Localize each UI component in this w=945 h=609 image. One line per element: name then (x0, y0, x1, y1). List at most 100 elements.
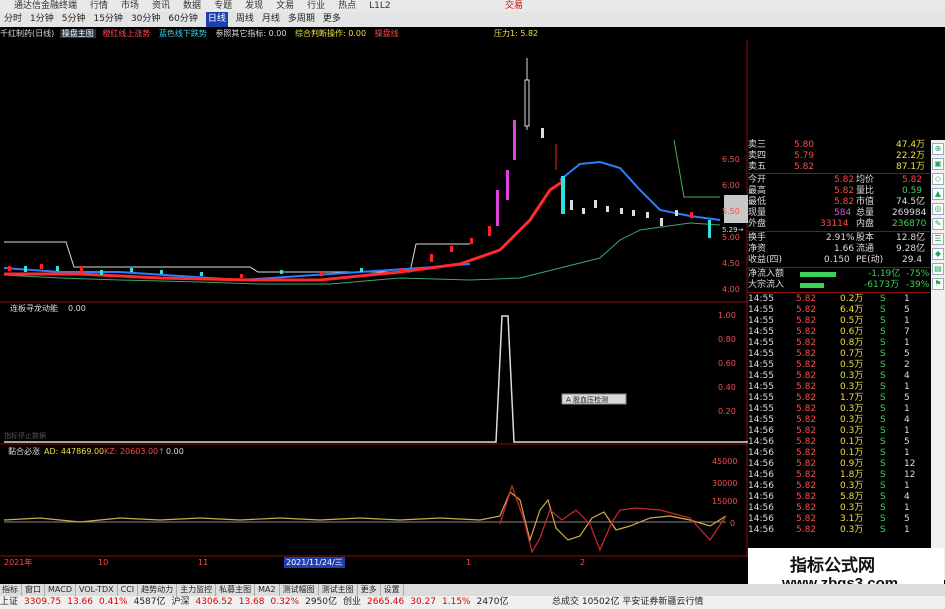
p3-tick-4: 0 (730, 519, 735, 528)
menu-wenyi[interactable]: 文易 (276, 0, 294, 12)
tape-s: S (880, 437, 886, 447)
tool-icon[interactable]: ⚑ (932, 278, 944, 290)
tab-item[interactable]: 趋势动力 (141, 584, 178, 596)
popup-text[interactable]: A 股血压检测 (566, 395, 608, 404)
status-p: 1.15% (442, 597, 471, 607)
ask-price: 5.80 (794, 140, 815, 150)
tape-v: 0.9万 (840, 459, 864, 469)
tape-n: 1 (904, 525, 910, 535)
period-minute[interactable]: 分时 (4, 12, 22, 27)
menu-topics[interactable]: 专题 (214, 0, 232, 12)
red-ma-line (4, 178, 566, 282)
ask-row: 卖五 5.82 87.1万 (748, 162, 930, 173)
date-cursor: 2021/11/24/三 (284, 557, 345, 568)
tape-row: 14:56 5.82 0.1万 S 5 (748, 437, 930, 448)
price-tick-6: 4.00 (722, 285, 740, 294)
tape-p: 5.82 (796, 338, 817, 348)
tool-icon[interactable]: ☰ (932, 233, 944, 245)
tool-icon[interactable]: ⊕ (932, 143, 944, 155)
status-p: 0.32% (270, 597, 300, 607)
tab-item[interactable]: 主力监控 (180, 584, 217, 596)
tape-p: 5.82 (796, 459, 817, 469)
candle (496, 190, 499, 226)
tape-v: 5.8万 (840, 492, 864, 502)
legend-pressure: 压力1: 5.82 (494, 29, 539, 38)
menu-industry[interactable]: 行业 (307, 0, 325, 12)
period-daily[interactable]: 日线 (205, 12, 228, 27)
tab-item[interactable]: 测试幅图 (283, 584, 319, 596)
tape-row: 14:55 5.82 0.5万 S 2 (748, 360, 930, 371)
tab-item[interactable]: 测试主图 (322, 584, 358, 596)
tab-item[interactable]: VOL-TDX (79, 584, 118, 596)
panel2-value: 0.00 (68, 304, 86, 313)
tool-icon[interactable]: ◇ (932, 173, 944, 185)
tool-icon[interactable]: ▣ (932, 158, 944, 170)
tab-item[interactable]: 私募主图 (219, 584, 256, 596)
tape-t: 14:55 (748, 338, 774, 348)
panel2-title: 连板寻龙动能 (10, 303, 58, 313)
tool-icon[interactable]: ▲ (932, 188, 944, 200)
candle (80, 266, 83, 273)
tool-icon[interactable]: ▤ (932, 263, 944, 275)
current-price-tag: 5.29→ (722, 226, 744, 234)
p3-tick-1: 45000 (712, 457, 737, 466)
tape-t: 14:56 (748, 470, 774, 480)
tape-t: 14:56 (748, 426, 774, 436)
period-30min[interactable]: 30分钟 (131, 12, 160, 27)
chart-area[interactable]: 6.50 6.00 5.50 5.00 4.50 4.00 4.55 5.29→… (0, 40, 748, 557)
tape-n: 5 (904, 305, 910, 315)
period-monthly[interactable]: 月线 (262, 12, 280, 27)
p2-tick-4: 0.40 (718, 383, 736, 392)
tape-row: 14:55 5.82 0.3万 S 4 (748, 415, 930, 426)
price-tick-1: 6.50 (722, 155, 740, 164)
tab-item[interactable]: MA2 (258, 584, 280, 596)
period-multi[interactable]: 多周期 (288, 12, 315, 27)
tape-p: 5.82 (796, 415, 817, 425)
menu-l1l2[interactable]: L1L2 (369, 0, 390, 12)
status-c: 13.68 (238, 597, 265, 607)
tool-icon[interactable]: ✎ (932, 218, 944, 230)
tab-item[interactable]: 窗口 (25, 584, 45, 596)
tape-n: 2 (904, 360, 910, 370)
formula-name[interactable]: 操盘主图 (59, 29, 96, 38)
menu-news[interactable]: 资讯 (152, 0, 170, 12)
tape-s: S (880, 393, 886, 403)
period-5min[interactable]: 5分钟 (62, 12, 86, 27)
period-60min[interactable]: 60分钟 (168, 12, 197, 27)
tape-row: 14:56 5.82 0.3万 S 1 (748, 426, 930, 437)
tape-row: 14:56 5.82 0.3万 S 1 (748, 481, 930, 492)
tool-icon[interactable]: ◆ (932, 248, 944, 260)
period-more[interactable]: 更多 (323, 12, 341, 27)
candle (360, 268, 363, 272)
tape-p: 5.82 (796, 316, 817, 326)
tab-item[interactable]: 指标 (2, 584, 22, 596)
divider (748, 292, 930, 293)
tape-s: S (880, 305, 886, 315)
tape-p: 5.82 (796, 514, 817, 524)
candle (570, 200, 573, 210)
panel3-line-ad (3, 491, 727, 543)
tab-item[interactable]: 更多 (361, 584, 381, 596)
tool-icon[interactable]: ◎ (932, 203, 944, 215)
tab-item[interactable]: CCI (121, 584, 139, 596)
tape-p: 5.82 (796, 294, 817, 304)
stat-row: 现量 584 总量 269984 (748, 208, 927, 218)
period-1min[interactable]: 1分钟 (30, 12, 54, 27)
tape-p: 5.82 (796, 481, 817, 491)
ask-row: 卖三 5.80 47.4万 (748, 140, 930, 151)
period-15min[interactable]: 15分钟 (93, 12, 122, 27)
tape-row: 14:55 5.82 0.3万 S 1 (748, 404, 930, 415)
tape-t: 14:55 (748, 294, 774, 304)
menu-discover[interactable]: 发现 (245, 0, 263, 12)
menu-hot[interactable]: 热点 (338, 0, 356, 12)
tab-item[interactable]: MACD (48, 584, 76, 596)
menu-quotes[interactable]: 行情 (90, 0, 108, 12)
p2-tick-1: 1.00 (718, 311, 736, 320)
tab-item[interactable]: 设置 (384, 584, 404, 596)
menu-market[interactable]: 市场 (121, 0, 139, 12)
menu-data[interactable]: 数据 (183, 0, 201, 12)
tape-p: 5.82 (796, 448, 817, 458)
period-weekly[interactable]: 周线 (236, 12, 254, 27)
tape-v: 0.6万 (840, 327, 864, 337)
trade-link[interactable]: 交易 (505, 0, 523, 12)
